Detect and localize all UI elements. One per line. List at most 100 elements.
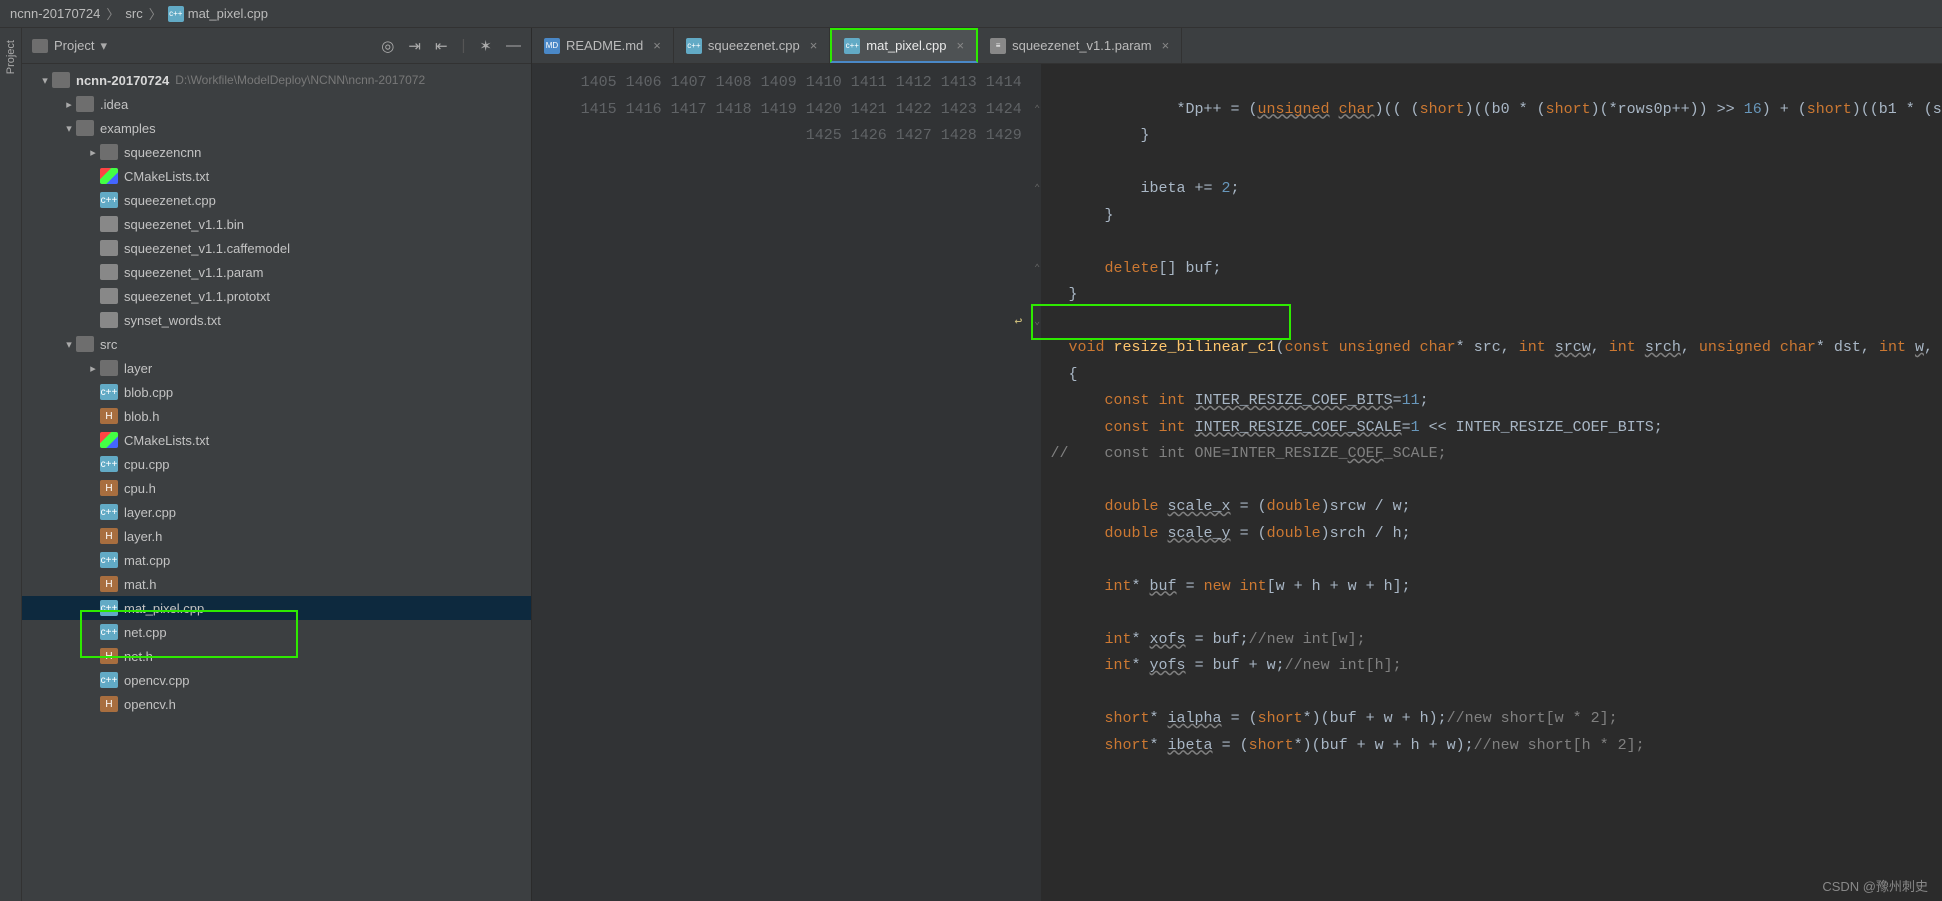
tree-root[interactable]: ▾ ncnn-20170724 D:\Workfile\ModelDeploy\… (22, 68, 531, 92)
fold-marker[interactable] (1034, 521, 1041, 548)
tree-arrow-icon[interactable]: ▾ (62, 338, 76, 351)
tree-item-label: cpu.h (124, 481, 156, 496)
folder-icon (52, 72, 70, 88)
tree-item-layer[interactable]: ▸layer (22, 356, 531, 380)
fold-marker[interactable]: ⌃ (1034, 97, 1041, 124)
breadcrumb-root[interactable]: ncnn-20170724 (10, 6, 100, 21)
close-icon[interactable]: × (653, 38, 661, 53)
tree-item-squeezenet-v1-1-prototxt[interactable]: squeezenet_v1.1.prototxt (22, 284, 531, 308)
tab-mat-pixel-cpp[interactable]: c++mat_pixel.cpp× (830, 28, 978, 63)
tree-item-squeezencnn[interactable]: ▸ squeezencnn (22, 140, 531, 164)
fold-marker[interactable] (1034, 415, 1041, 442)
tree-item-opencv-h[interactable]: Hopencv.h (22, 692, 531, 716)
tree-item-squeezenet-v1-1-bin[interactable]: squeezenet_v1.1.bin (22, 212, 531, 236)
close-icon[interactable]: × (957, 38, 965, 53)
tree-item-blob-h[interactable]: Hblob.h (22, 404, 531, 428)
tree-arrow-icon[interactable]: ▸ (86, 146, 100, 159)
breadcrumb-folder[interactable]: src (125, 6, 142, 21)
tree-item-cpu-h[interactable]: Hcpu.h (22, 476, 531, 500)
fold-marker[interactable] (1034, 600, 1041, 627)
project-toolwindow-tab[interactable]: Project (3, 34, 19, 80)
folder-icon (100, 360, 118, 376)
fold-marker[interactable] (1034, 123, 1041, 150)
editor-pane: MDREADME.md×c++squeezenet.cpp×c++mat_pix… (532, 28, 1942, 901)
tree-item-label: synset_words.txt (124, 313, 221, 328)
tree-item-opencv-cpp[interactable]: c++opencv.cpp (22, 668, 531, 692)
tab-readme-md[interactable]: MDREADME.md× (532, 28, 674, 63)
h-icon: H (100, 528, 118, 544)
gear-icon[interactable]: ✶ (479, 37, 492, 55)
cmake-icon (100, 168, 118, 184)
fold-marker[interactable] (1034, 150, 1041, 177)
hide-icon[interactable]: — (506, 37, 521, 54)
tree-item-layer-h[interactable]: Hlayer.h (22, 524, 531, 548)
tree-item-cmakelists-txt[interactable]: CMakeLists.txt (22, 428, 531, 452)
fold-marker[interactable] (1034, 388, 1041, 415)
folder-icon (76, 120, 94, 136)
cpp-icon: c++ (100, 456, 118, 472)
tab-squeezenet-cpp[interactable]: c++squeezenet.cpp× (674, 28, 830, 63)
fold-marker[interactable] (1034, 574, 1041, 601)
cpp-file-icon: c++ (686, 38, 702, 54)
fold-marker[interactable] (1034, 627, 1041, 654)
h-icon: H (100, 408, 118, 424)
fold-marker[interactable] (1034, 335, 1041, 362)
fold-marker[interactable] (1034, 547, 1041, 574)
fold-marker[interactable] (1034, 653, 1041, 680)
tree-item-net-cpp[interactable]: c++net.cpp (22, 620, 531, 644)
fold-marker[interactable]: ⌄ (1034, 309, 1041, 336)
tree-item-src[interactable]: ▾src (22, 332, 531, 356)
tree-item-label: net.h (124, 649, 153, 664)
tree-item-synset-words-txt[interactable]: synset_words.txt (22, 308, 531, 332)
folder-icon (76, 336, 94, 352)
tab-squeezenet-v1-1-param[interactable]: ≡squeezenet_v1.1.param× (978, 28, 1182, 63)
fold-marker[interactable] (1034, 70, 1041, 97)
tree-item-label: squeezencnn (124, 145, 201, 160)
h-icon: H (100, 696, 118, 712)
close-icon[interactable]: × (1162, 38, 1170, 53)
tree-item-cmakelists-txt[interactable]: CMakeLists.txt (22, 164, 531, 188)
tree-item-blob-cpp[interactable]: c++blob.cpp (22, 380, 531, 404)
dropdown-icon[interactable]: ▾ (100, 38, 107, 54)
fold-marker[interactable] (1034, 441, 1041, 468)
h-icon: H (100, 480, 118, 496)
fold-marker[interactable] (1034, 362, 1041, 389)
collapse-icon[interactable]: ⇤ (435, 37, 448, 55)
tree-item-label: CMakeLists.txt (124, 433, 209, 448)
txt-file-icon: ≡ (990, 38, 1006, 54)
expand-icon[interactable]: ⇥ (408, 37, 421, 55)
fold-marker[interactable] (1034, 494, 1041, 521)
tree-item-mat-pixel-cpp[interactable]: c++mat_pixel.cpp (22, 596, 531, 620)
tree-item-examples[interactable]: ▾examples (22, 116, 531, 140)
tree-item-net-h[interactable]: Hnet.h (22, 644, 531, 668)
tree-item-squeezenet-v1-1-param[interactable]: squeezenet_v1.1.param (22, 260, 531, 284)
watermark: CSDN @豫州刺史 (1822, 876, 1928, 895)
fold-marker[interactable]: ⌃ (1034, 176, 1041, 203)
locate-icon[interactable]: ◎ (381, 37, 394, 55)
line-marker-icon: ↩ (1015, 309, 1023, 336)
tree-item--idea[interactable]: ▸.idea (22, 92, 531, 116)
fold-marker[interactable] (1034, 282, 1041, 309)
sidebar-title[interactable]: Project (54, 38, 94, 53)
txt-icon (100, 288, 118, 304)
fold-marker[interactable] (1034, 229, 1041, 256)
tree-item-mat-cpp[interactable]: c++mat.cpp (22, 548, 531, 572)
tree-item-label: squeezenet.cpp (124, 193, 216, 208)
tree-item-squeezenet-cpp[interactable]: c++squeezenet.cpp (22, 188, 531, 212)
close-icon[interactable]: × (810, 38, 818, 53)
fold-marker[interactable] (1034, 680, 1041, 707)
line-gutter: 1405 1406 1407 1408 1409 1410 1411 1412 … (532, 64, 1034, 901)
code-content[interactable]: *Dp++ = (unsigned char)(( (short)((b0 * … (1041, 64, 1942, 901)
tree-item-squeezenet-v1-1-caffemodel[interactable]: squeezenet_v1.1.caffemodel (22, 236, 531, 260)
tree-arrow-icon[interactable]: ▾ (62, 122, 76, 135)
tree-arrow-icon[interactable]: ▸ (62, 98, 76, 111)
tree-item-layer-cpp[interactable]: c++layer.cpp (22, 500, 531, 524)
fold-marker[interactable] (1034, 468, 1041, 495)
fold-marker[interactable]: ⌃ (1034, 256, 1041, 283)
tree-item-mat-h[interactable]: Hmat.h (22, 572, 531, 596)
fold-marker[interactable] (1034, 706, 1041, 733)
tree-arrow-icon[interactable]: ▸ (86, 362, 100, 375)
tree-item-cpu-cpp[interactable]: c++cpu.cpp (22, 452, 531, 476)
breadcrumb-file[interactable]: mat_pixel.cpp (188, 6, 268, 21)
fold-marker[interactable] (1034, 203, 1041, 230)
